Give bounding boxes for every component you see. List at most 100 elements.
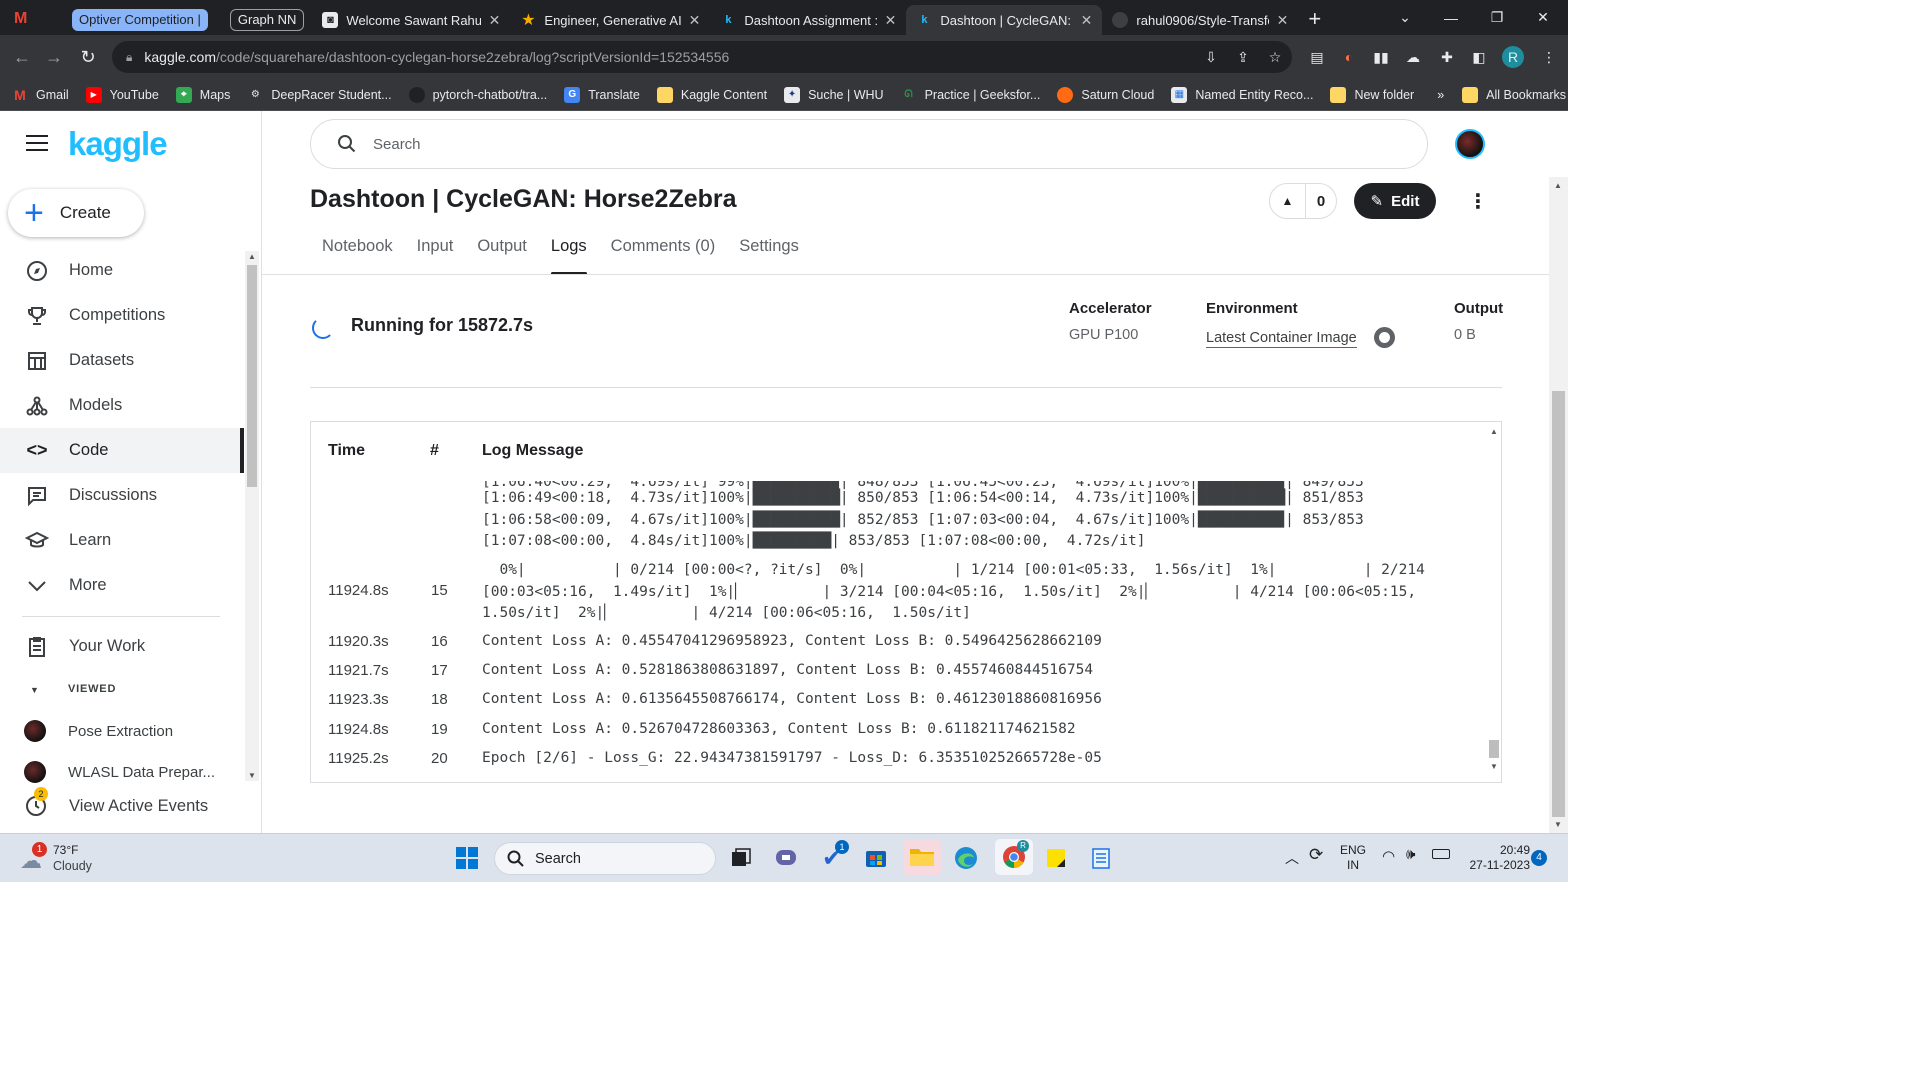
viewed-collapse-icon[interactable]: ▼ [30,685,39,695]
url-bar[interactable]: 🔒︎ kaggle.com/code/squarehare/dashtoon-c… [112,41,1292,73]
extension-icon-1[interactable]: ▤ [1306,46,1328,68]
bookmark-new-folder[interactable]: New folder [1330,86,1414,103]
page-scrollbar[interactable]: ▲ ▼ [1549,177,1568,833]
sidebar-item-more[interactable]: More [0,563,242,608]
edge-icon[interactable] [951,843,981,873]
scroll-down-arrow[interactable]: ▼ [1554,820,1562,829]
show-hidden-icons[interactable]: ︿ [1285,848,1299,868]
sidebar-item-your-work[interactable]: Your Work [0,624,242,669]
chrome-icon[interactable]: R [995,839,1033,875]
wifi-icon[interactable]: ◠ [1382,847,1395,865]
environment-value[interactable]: Latest Container Image [1206,330,1357,348]
tab-search-icon[interactable]: ⌄ [1382,0,1428,35]
more-options-icon[interactable]: ⋮ [1468,191,1488,213]
scroll-up-arrow[interactable]: ▲ [248,252,256,261]
bookmark-translate[interactable]: G Translate [564,86,640,103]
battery-icon[interactable] [1432,849,1450,859]
bookmark-kaggle-content[interactable]: Kaggle Content [656,86,767,103]
tab-dashtoon-assignment[interactable]: k Dashtoon Assignment : ✕ [710,5,906,35]
sidebar-item-code[interactable]: <> Code [0,428,244,473]
back-icon[interactable]: ← [10,45,34,69]
extensions-puzzle-icon[interactable]: ✚ [1436,46,1458,68]
sidebar-scrollbar[interactable]: ▲ ▼ [245,251,259,781]
kaggle-logo[interactable]: kaggle [68,125,168,163]
bookmark-deepracer[interactable]: ⚙ DeepRacer Student... [247,87,392,103]
volume-icon[interactable]: 🕪︎ [1406,846,1415,863]
github-icon[interactable] [1374,327,1395,348]
tab-logs[interactable]: Logs [550,237,587,275]
sidebar-item-learn[interactable]: Learn [0,518,242,563]
tab-dashtoon-cyclegan[interactable]: k Dashtoon | CycleGAN: H ✕ [906,5,1103,35]
weather-widget[interactable]: ☁ 1 73°F Cloudy [18,840,138,876]
notepad-icon[interactable] [1086,843,1116,873]
all-bookmarks[interactable]: All Bookmarks [1462,86,1566,103]
scroll-down-arrow[interactable]: ▼ [248,771,256,780]
todo-icon[interactable]: ✔ 1 [817,840,849,873]
scroll-down-arrow[interactable]: ▼ [1490,762,1498,771]
bookmark-ner[interactable]: ▦ Named Entity Reco... [1171,86,1313,103]
tab-group-graph-nn[interactable]: Graph NN [229,8,305,31]
minimize-button[interactable]: — [1428,0,1474,35]
language-indicator[interactable]: ENG IN [1338,843,1368,873]
bookmark-gmail[interactable]: M Gmail [12,87,69,103]
tab-welcome[interactable]: ◙ Welcome Sawant Rahul ✕ [312,5,510,35]
restore-button[interactable]: ❐ [1474,0,1520,35]
create-button[interactable]: + Create [8,189,144,237]
sidebar-item-home[interactable]: Home [0,248,242,293]
install-icon[interactable]: ⇩ [1200,46,1222,68]
task-view-icon[interactable] [726,843,756,873]
new-tab-button[interactable]: + [1308,6,1321,32]
vote-button[interactable]: ▲ 0 [1269,183,1337,219]
sidebar-item-discussions[interactable]: Discussions [0,473,242,518]
sidebar-item-models[interactable]: Models [0,383,242,428]
scrollbar-thumb[interactable] [1489,740,1499,758]
tab-notebook[interactable]: Notebook [322,237,393,273]
close-icon[interactable]: ✕ [489,12,501,29]
sidebar-item-competitions[interactable]: Competitions [0,293,242,338]
close-window-button[interactable]: ✕ [1520,0,1566,35]
chrome-menu-icon[interactable]: ⋮ [1538,46,1560,68]
tab-input[interactable]: Input [417,237,454,273]
sync-icon[interactable]: ⟳ [1309,845,1323,865]
view-active-events[interactable]: 2 View Active Events [24,787,208,819]
user-avatar[interactable] [1455,129,1485,159]
tab-group-optiver[interactable]: Optiver Competition | [72,8,208,31]
bookmark-youtube[interactable]: ▶ YouTube [85,86,159,103]
bookmark-maps[interactable]: ⌖ Maps [175,86,230,103]
tab-comments[interactable]: Comments (0) [611,237,716,273]
menu-icon[interactable] [26,135,48,153]
close-icon[interactable]: ✕ [1081,12,1093,29]
close-icon[interactable]: ✕ [885,12,897,29]
reload-icon[interactable]: ↻ [76,45,100,69]
close-icon[interactable]: ✕ [1277,12,1289,29]
viewed-item-pose-extraction[interactable]: Pose Extraction [24,717,173,745]
sticky-notes-icon[interactable] [1041,843,1071,873]
tab-engineer[interactable]: ★ Engineer, Generative AI ✕ [510,5,710,35]
scroll-up-arrow[interactable]: ▲ [1490,427,1498,436]
extension-icon-3[interactable]: ▮▮ [1370,46,1392,68]
clock[interactable]: 20:49 27-11-2023 [1462,843,1531,873]
bookmark-pytorch-chatbot[interactable]: pytorch-chatbot/tra... [408,86,547,103]
bookmark-saturn-cloud[interactable]: Saturn Cloud [1057,86,1154,103]
profile-avatar[interactable]: R [1502,46,1524,68]
share-icon[interactable]: ⇪ [1232,46,1254,68]
bookmark-suche-whu[interactable]: ✦ Suche | WHU [784,86,884,103]
scrollbar-thumb[interactable] [1552,391,1565,817]
side-panel-icon[interactable]: ◧ [1468,46,1490,68]
sidebar-item-datasets[interactable]: Datasets [0,338,242,383]
environment-link[interactable]: Latest Container Image [1206,330,1357,348]
scrollbar-thumb[interactable] [247,265,257,487]
scroll-up-arrow[interactable]: ▲ [1554,181,1562,190]
tab-style-transfer[interactable]: rahul0906/Style-Transfe ✕ [1102,5,1298,35]
bookmark-star-icon[interactable]: ☆ [1264,46,1286,68]
file-explorer-icon[interactable] [903,839,941,875]
extension-icon-4[interactable]: ☁ [1402,46,1424,68]
taskbar-search[interactable]: Search [494,842,716,875]
forward-icon[interactable]: → [42,45,66,69]
gmail-tab-icon[interactable]: M [14,10,48,28]
notification-badge[interactable]: 4 [1531,850,1547,866]
teams-chat-icon[interactable] [771,843,801,873]
upvote-icon[interactable]: ▲ [1270,183,1306,219]
search-input[interactable]: Search [310,119,1428,169]
extension-icon-2[interactable]: ◐ [1338,46,1360,68]
